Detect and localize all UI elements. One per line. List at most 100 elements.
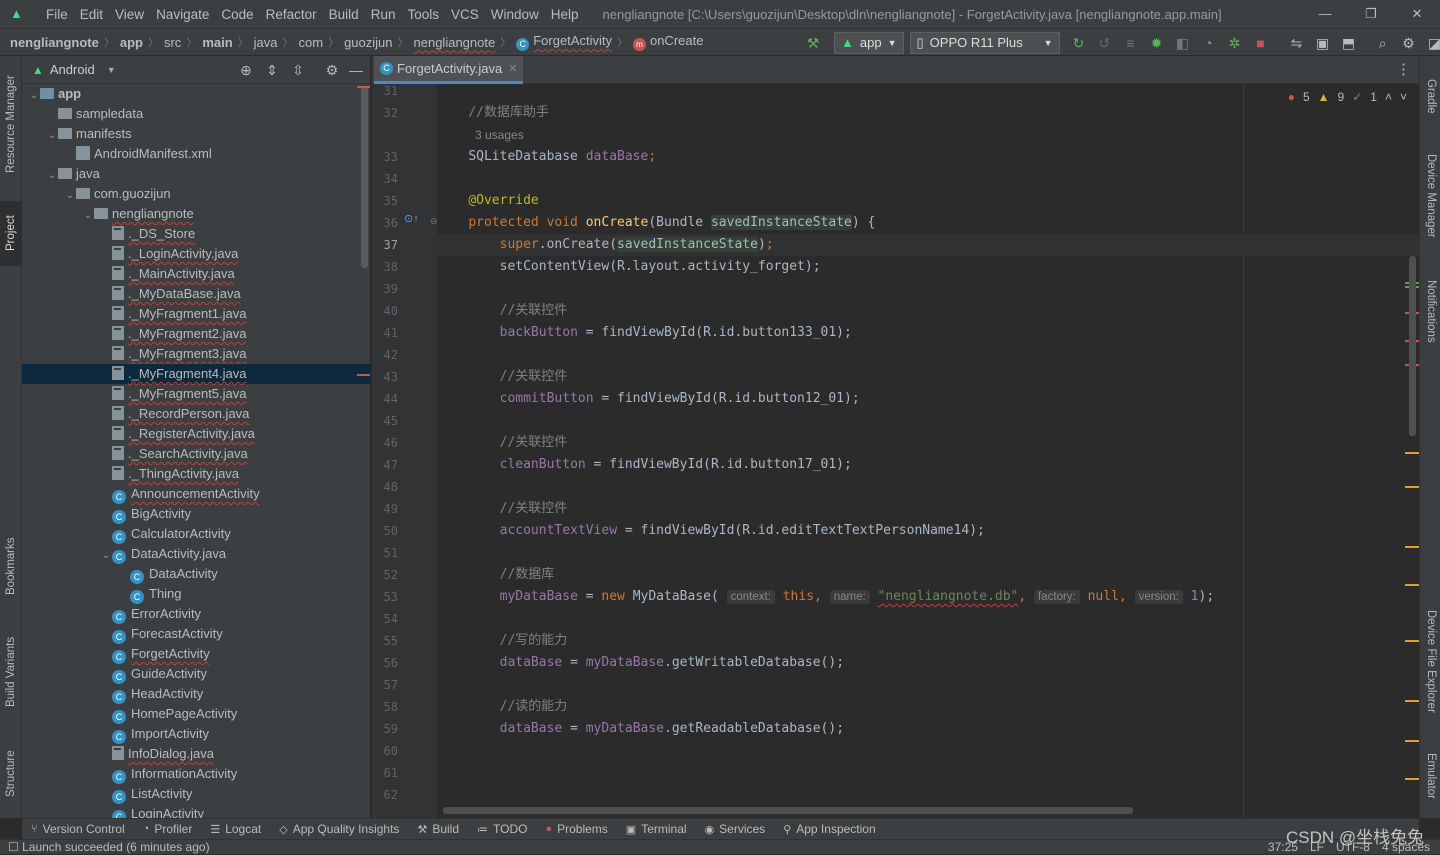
breadcrumb-method[interactable]: monCreate (631, 33, 705, 51)
tool-todo[interactable]: ≔TODO (468, 822, 536, 836)
tool-tab-bookmarks[interactable]: Bookmarks (0, 526, 22, 606)
chevron-down-icon[interactable]: ⌄ (100, 546, 112, 566)
locate-icon[interactable]: ⊕ (238, 62, 254, 79)
tree-item[interactable]: ._MyFragment4.java (22, 364, 371, 384)
tree-item[interactable]: ._ThingActivity.java (22, 464, 359, 484)
tree-item[interactable]: CThing (22, 584, 359, 604)
chevron-down-icon[interactable]: ▼ (107, 65, 116, 75)
rerun-icon[interactable]: ↻ (1068, 32, 1090, 54)
menu-vcs[interactable]: VCS (445, 7, 485, 22)
override-method-icon[interactable]: ⊙↑ (404, 212, 419, 225)
chevron-down-icon[interactable]: ⌄ (46, 166, 58, 186)
tree-item[interactable]: sampledata (22, 104, 359, 124)
breadcrumb-com[interactable]: com (297, 35, 326, 50)
gear-icon[interactable]: ⚙ (324, 62, 340, 79)
device-manager-icon[interactable]: ▣ (1312, 32, 1334, 54)
tool-tab-project[interactable]: Project (0, 201, 22, 266)
menu-navigate[interactable]: Navigate (150, 7, 215, 22)
tree-item[interactable]: ._RegisterActivity.java (22, 424, 359, 444)
tree-item[interactable]: ⌄com.guozijun (22, 184, 359, 204)
editor-vertical-scrollbar[interactable] (1409, 256, 1416, 436)
tool-tab-device-manager[interactable]: Device Manager (1420, 141, 1440, 251)
profile-icon[interactable]: ◔ (1198, 32, 1220, 54)
warning-marker[interactable] (1405, 778, 1419, 780)
breadcrumb-src[interactable]: src (162, 35, 183, 50)
tree-item[interactable]: CForgetActivity (22, 644, 359, 664)
tree-item[interactable]: ._RecordPerson.java (22, 404, 359, 424)
warning-marker[interactable] (1405, 740, 1419, 742)
tool-build[interactable]: ⚒Build (408, 822, 468, 836)
tree-item[interactable]: ⌄app (22, 84, 359, 104)
tree-item[interactable]: ._MyFragment2.java (22, 324, 359, 344)
menu-tools[interactable]: Tools (401, 7, 445, 22)
run-config-select[interactable]: ▲app▼ (834, 32, 904, 54)
hammer-icon[interactable]: ⚒ (802, 32, 824, 54)
apply-code-icon[interactable]: ≡ (1120, 32, 1142, 54)
tool-tab-emulator[interactable]: Emulator (1420, 741, 1440, 811)
tree-item[interactable]: CLoginActivity (22, 804, 359, 818)
chevron-down-icon[interactable]: ⌄ (28, 86, 40, 106)
tool-app-inspection[interactable]: ⚲App Inspection (774, 822, 884, 836)
error-marker[interactable] (357, 374, 370, 376)
breadcrumb-main[interactable]: main (200, 35, 234, 50)
tree-item[interactable]: ._DS_Store (22, 224, 359, 244)
tree-item[interactable]: ._SearchActivity.java (22, 444, 359, 464)
hide-icon[interactable]: — (348, 62, 364, 78)
collapse-all-icon[interactable]: ⇳ (290, 62, 306, 79)
minimize-icon[interactable]: — (1302, 0, 1348, 28)
tree-item[interactable]: ._LoginActivity.java (22, 244, 359, 264)
tool-tab-device-file-explorer[interactable]: Device File Explorer (1420, 601, 1440, 721)
tree-item[interactable]: CListActivity (22, 784, 359, 804)
menu-run[interactable]: Run (365, 7, 402, 22)
menu-window[interactable]: Window (485, 7, 545, 22)
menu-view[interactable]: View (109, 7, 150, 22)
tool-problems[interactable]: ●Problems (536, 822, 616, 836)
close-tab-icon[interactable]: ✕ (508, 62, 517, 75)
tree-item[interactable]: CInformationActivity (22, 764, 359, 784)
tool-tab-structure[interactable]: Structure (0, 736, 22, 811)
chevron-down-icon[interactable]: ⌄ (46, 126, 58, 146)
tree-item[interactable]: CGuideActivity (22, 664, 359, 684)
tree-item[interactable]: CCalculatorActivity (22, 524, 359, 544)
chevron-down-icon[interactable]: ⌄ (82, 206, 94, 226)
warning-marker[interactable] (1405, 584, 1419, 586)
tool-logcat[interactable]: ☰Logcat (201, 822, 270, 836)
breadcrumb-guozijun[interactable]: guozijun (342, 35, 394, 50)
tool-profiler[interactable]: ◔Profiler (134, 822, 202, 836)
warning-marker[interactable] (1405, 486, 1419, 488)
project-view-mode[interactable]: Android (50, 62, 95, 77)
breadcrumb-class[interactable]: CForgetActivity (514, 33, 614, 51)
tree-item[interactable]: CDataActivity (22, 564, 359, 584)
tree-item[interactable]: ._MyFragment1.java (22, 304, 359, 324)
menu-file[interactable]: File (40, 7, 74, 22)
warning-marker[interactable] (1405, 546, 1419, 548)
chevron-down-icon[interactable]: ⌄ (64, 186, 76, 206)
gear-icon[interactable]: ⚙ (1398, 32, 1420, 54)
debug-icon[interactable]: ✹ (1146, 32, 1168, 54)
tool-tab-build-variants[interactable]: Build Variants (0, 624, 22, 719)
usages-hint[interactable]: 3 usages (475, 128, 524, 142)
sync-gradle-icon[interactable]: ⇋ (1286, 32, 1308, 54)
menu-build[interactable]: Build (323, 7, 365, 22)
account-icon[interactable]: ◪ (1424, 32, 1440, 54)
tree-item[interactable]: CBigActivity (22, 504, 359, 524)
status-message[interactable]: ☐ Launch succeeded (6 minutes ago) (8, 840, 210, 855)
menu-edit[interactable]: Edit (74, 7, 109, 22)
tree-item[interactable]: CErrorActivity (22, 604, 359, 624)
tool-terminal[interactable]: ▣Terminal (617, 822, 696, 836)
sdk-manager-icon[interactable]: ⬒ (1338, 32, 1360, 54)
breadcrumb-project[interactable]: nengliangnote (8, 35, 101, 50)
tree-item[interactable]: ⌄manifests (22, 124, 359, 144)
warning-marker[interactable] (1405, 700, 1419, 702)
warning-marker[interactable] (1405, 452, 1419, 454)
tree-item[interactable]: CImportActivity (22, 724, 359, 744)
tree-item[interactable]: ⌄CDataActivity.java (22, 544, 359, 564)
apply-changes-icon[interactable]: ↺ (1094, 32, 1116, 54)
tree-item[interactable]: CHeadActivity (22, 684, 359, 704)
tree-item[interactable]: CHomePageActivity (22, 704, 359, 724)
tree-item[interactable]: ._MainActivity.java (22, 264, 359, 284)
tree-item[interactable]: CAnnouncementActivity (22, 484, 359, 504)
warning-marker[interactable] (1405, 640, 1419, 642)
tree-scrollbar[interactable] (361, 86, 368, 268)
editor-horizontal-scrollbar[interactable] (443, 807, 1133, 814)
